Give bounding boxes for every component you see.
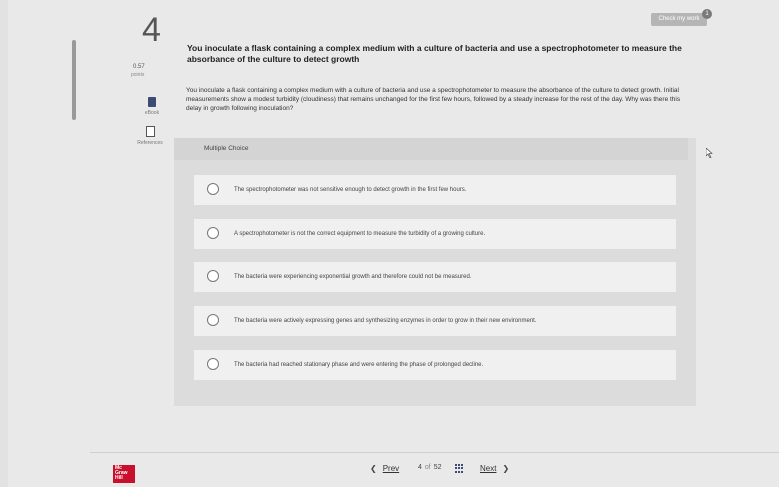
choice-option-5[interactable]: The bacteria had reached stationary phas… <box>194 350 676 380</box>
references-label: References <box>137 140 163 146</box>
scrollbar-thumb[interactable] <box>72 40 76 120</box>
question-number: 4 <box>142 11 161 49</box>
check-my-work-button[interactable]: Check my work <box>651 13 707 26</box>
prev-button[interactable]: ❮ Prev <box>370 464 399 473</box>
choice-option-4[interactable]: The bacteria were actively expressing ge… <box>194 306 676 336</box>
multiple-choice-header: Multiple Choice <box>174 138 688 160</box>
mcgraw-hill-logo: Mc Graw Hill <box>113 465 135 483</box>
left-rail <box>0 0 8 487</box>
choice-text: The bacteria were experiencing exponenti… <box>234 274 472 280</box>
question-body: You inoculate a flask containing a compl… <box>186 87 681 112</box>
ebook-link[interactable]: eBook <box>142 97 162 116</box>
grid-icon[interactable] <box>455 464 464 473</box>
choice-text: The spectrophotometer was not sensitive … <box>234 187 467 193</box>
choice-text: The bacteria had reached stationary phas… <box>234 362 484 368</box>
question-title: You inoculate a flask containing a compl… <box>187 43 682 64</box>
of-label: of <box>424 464 431 471</box>
points-label: points <box>131 72 145 78</box>
next-button[interactable]: Next ❯ <box>480 464 509 473</box>
choice-text: The bacteria were actively expressing ge… <box>234 318 537 324</box>
references-link[interactable]: References <box>133 126 167 146</box>
footer-divider <box>90 452 779 453</box>
book-icon <box>148 97 156 107</box>
choice-text: A spectrophotometer is not the correct e… <box>234 231 486 237</box>
check-count-badge: 1 <box>702 9 712 19</box>
radio-button[interactable] <box>207 314 219 326</box>
radio-button[interactable] <box>207 358 219 370</box>
radio-button[interactable] <box>207 183 219 195</box>
multiple-choice-panel: Multiple Choice The spectrophotometer wa… <box>174 138 713 406</box>
chevron-left-icon: ❮ <box>370 464 377 473</box>
mouse-cursor-icon <box>706 148 713 158</box>
choice-option-2[interactable]: A spectrophotometer is not the correct e… <box>194 219 676 249</box>
choice-option-3[interactable]: The bacteria were experiencing exponenti… <box>194 262 676 292</box>
current-page: 4 <box>418 464 422 471</box>
page-indicator: 4 of 52 <box>418 464 442 471</box>
choice-option-1[interactable]: The spectrophotometer was not sensitive … <box>194 175 676 205</box>
radio-button[interactable] <box>207 227 219 239</box>
logo-line: Hill <box>115 475 123 481</box>
chevron-right-icon: ❯ <box>502 464 510 473</box>
radio-button[interactable] <box>207 270 219 282</box>
ebook-label: eBook <box>144 110 160 116</box>
total-pages: 52 <box>433 464 442 471</box>
points-value: 0.57 <box>133 64 145 70</box>
document-icon <box>145 126 155 137</box>
next-label: Next <box>480 464 497 473</box>
prev-label: Prev <box>382 464 400 473</box>
